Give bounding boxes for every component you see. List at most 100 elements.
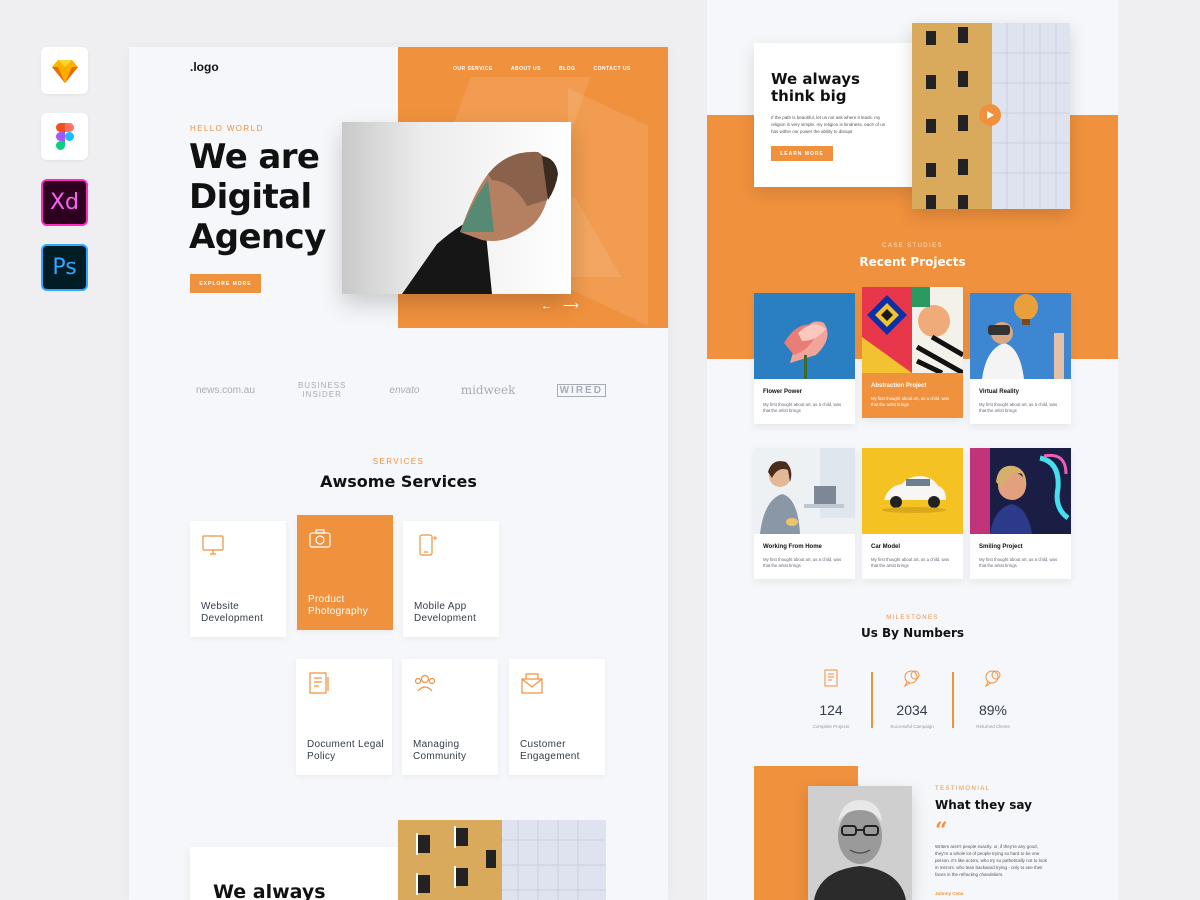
stat-label: Returned Clients: [976, 724, 1010, 729]
figma-icon[interactable]: [41, 113, 88, 160]
service-card-managing-community[interactable]: Managing Community: [402, 659, 498, 775]
brand-logos: news.com.au BUSINESS INSIDER envato midw…: [196, 381, 606, 399]
main-nav: OUR SERVICE ABOUT US BLOG CONTACT US: [453, 66, 631, 72]
project-card-car-model[interactable]: Car Model My first thought about art, as…: [862, 448, 963, 579]
project-title: Virtual Reality: [979, 389, 1019, 395]
project-card-working-from-home[interactable]: Working From Home My first thought about…: [754, 448, 855, 579]
woman-working-image: [754, 448, 855, 534]
project-title: Car Model: [871, 544, 901, 550]
flower-image: [754, 293, 855, 379]
chat-bubbles-icon: [903, 670, 920, 688]
community-icon: [414, 674, 436, 692]
project-image: [862, 448, 963, 534]
about-title: We always think big: [771, 70, 860, 105]
service-card-customer-engagement[interactable]: Customer Engagement: [509, 659, 605, 775]
project-title: Working From Home: [763, 544, 822, 550]
abstract-art-image: [862, 287, 963, 373]
nav-about-us[interactable]: ABOUT US: [511, 66, 541, 72]
services-title: Awsome Services: [320, 472, 477, 491]
about-card: We always think big If the path is beaut…: [754, 43, 914, 187]
project-text: My first thought about art, as a child, …: [979, 402, 1058, 413]
stat-value: 124: [819, 702, 843, 718]
project-image: [754, 293, 855, 379]
project-card-smiling[interactable]: Smiling Project My first thought about a…: [970, 448, 1071, 579]
play-button[interactable]: [979, 104, 1001, 126]
case-studies-title: Recent Projects: [859, 255, 966, 269]
milestones-title: Us By Numbers: [860, 626, 965, 640]
project-image: [754, 448, 855, 534]
slider-arrows[interactable]: ← ⟶: [541, 299, 583, 312]
testimonial-photo: [808, 786, 912, 900]
nav-contact-us[interactable]: CONTACT US: [593, 66, 630, 72]
project-title: Smiling Project: [979, 544, 1023, 550]
xd-icon[interactable]: Xd: [41, 179, 88, 226]
project-image: [862, 287, 963, 373]
project-image: [970, 293, 1071, 379]
notebook-icon: [824, 669, 838, 687]
milestones-eyebrow: MILESTONES: [886, 615, 939, 621]
hero-photo: [342, 122, 571, 294]
project-card-flower-power[interactable]: Flower Power My first thought about art,…: [754, 293, 855, 424]
hero-title: We are Digital Agency: [189, 137, 326, 257]
stat-complete-projects: 124 Complete Projects: [791, 669, 871, 729]
explore-more-button[interactable]: EXPLORE MORE: [190, 274, 261, 293]
service-label: Website Development: [201, 601, 264, 624]
play-icon: [987, 111, 994, 119]
project-text: My first thought about art, as a child, …: [979, 557, 1058, 568]
stat-value: 2034: [896, 702, 928, 718]
project-card-virtual-reality[interactable]: Virtual Reality My first thought about a…: [970, 293, 1071, 424]
photoshop-icon[interactable]: Ps: [41, 244, 88, 291]
service-label: Product Photography: [308, 594, 369, 617]
vr-boy-image: [970, 293, 1071, 379]
stat-returned-clients: 89% Returned Clients: [953, 669, 1033, 729]
brand-newscomau: news.com.au: [196, 384, 255, 396]
logo[interactable]: .logo: [190, 60, 219, 74]
service-label: Document Legal Policy: [307, 739, 385, 762]
service-card-website-development[interactable]: Website Development: [190, 521, 286, 637]
testimonial-author: Johnny Cena: [935, 891, 964, 896]
testimonial-title: What they say: [935, 798, 1032, 812]
service-label: Mobile App Development: [414, 601, 477, 624]
service-card-document-legal-policy[interactable]: Document Legal Policy: [296, 659, 392, 775]
project-card-abstraction[interactable]: Abstraction Project My first thought abo…: [862, 287, 963, 418]
service-label: Managing Community: [413, 739, 467, 762]
case-studies-eyebrow: CASE STUDIES: [882, 243, 943, 249]
hero-eyebrow: HELLO WORLD: [190, 124, 264, 133]
brand-midweek: midweek: [460, 383, 516, 397]
project-text: My first thought about art, as a child, …: [763, 557, 842, 568]
sketch-icon-graphic: [51, 59, 78, 83]
building-photo: [398, 820, 606, 900]
project-text: My first thought about art, as a child, …: [763, 402, 842, 413]
service-card-product-photography[interactable]: Product Photography: [297, 515, 393, 630]
man-with-glasses-image: [808, 786, 912, 900]
project-image: [970, 448, 1071, 534]
nav-our-service[interactable]: OUR SERVICE: [453, 66, 493, 72]
building-image: [398, 820, 606, 900]
service-card-mobile-app[interactable]: Mobile App Development: [403, 521, 499, 637]
document-icon: [309, 672, 329, 694]
services-eyebrow: SERVICES: [372, 457, 425, 466]
man-portrait-image: [402, 151, 558, 294]
testimonial-eyebrow: TESTIMONIAL: [935, 786, 991, 792]
about-teaser-title: We always: [213, 881, 326, 900]
brand-wired: WIRED: [556, 383, 606, 397]
testimonial-text: Writers aren't people exactly. or, if th…: [935, 844, 1047, 877]
chat-bubbles-icon: [984, 670, 1001, 688]
project-title: Abstraction Project: [871, 383, 927, 389]
brand-business-insider: BUSINESS INSIDER: [297, 381, 347, 399]
monitor-icon: [202, 535, 224, 555]
about-text: If the path is beautiful, let us not ask…: [771, 115, 886, 134]
stat-label: Complete Projects: [812, 724, 850, 729]
project-title: Flower Power: [763, 389, 803, 395]
stat-label: Successful Campaign: [890, 724, 934, 729]
stat-value: 89%: [978, 702, 1008, 718]
about-teaser-box: We always: [190, 847, 400, 900]
quote-icon: “: [935, 818, 948, 844]
service-label: Customer Engagement: [520, 739, 580, 762]
sketch-icon[interactable]: [41, 47, 88, 94]
stat-successful-campaign: 2034 Successful Campaign: [872, 669, 952, 729]
nav-blog[interactable]: BLOG: [559, 66, 575, 72]
learn-more-button[interactable]: LEARN MORE: [771, 146, 833, 161]
camera-icon: [309, 529, 331, 548]
toy-car-image: [862, 448, 963, 534]
